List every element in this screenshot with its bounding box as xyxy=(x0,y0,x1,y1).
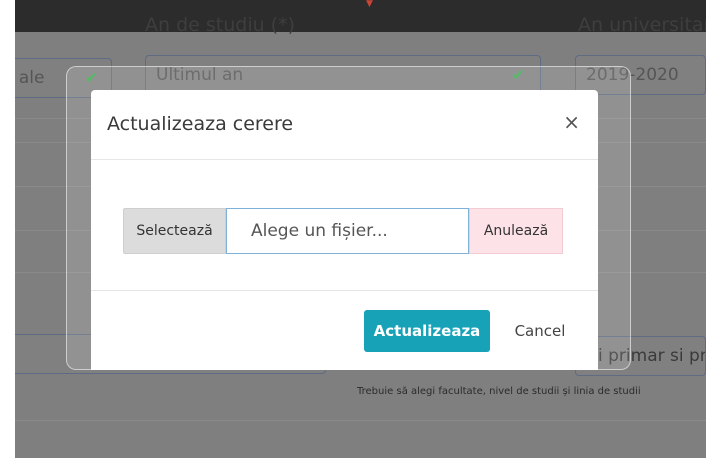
left-edge xyxy=(0,0,15,470)
academic-year-label: An universitar xyxy=(578,14,706,34)
modal-footer: Actualizeaza Cancel xyxy=(91,290,598,370)
divider xyxy=(15,420,706,421)
modal-header: Actualizeaza cerere × xyxy=(91,90,598,160)
update-request-modal: Actualizeaza cerere × Selectează Alege u… xyxy=(91,90,598,370)
update-button[interactable]: Actualizeaza xyxy=(364,310,490,352)
close-icon[interactable]: × xyxy=(563,112,580,132)
cancel-button[interactable]: Cancel xyxy=(503,310,577,352)
right-edge xyxy=(706,0,717,470)
top-caret-icon: ▼ xyxy=(366,0,373,9)
validation-note: Trebuie să alegi facultate, nivel de stu… xyxy=(357,386,641,397)
study-year-label: An de studiu (*) xyxy=(145,14,296,34)
modal-title: Actualizeaza cerere xyxy=(107,113,294,135)
file-input-group: Selectează Alege un fișier... Anulează xyxy=(123,208,563,254)
file-name-input[interactable]: Alege un fișier... xyxy=(226,208,469,254)
clear-file-button[interactable]: Anulează xyxy=(469,208,563,254)
select-file-button[interactable]: Selectează xyxy=(123,208,226,254)
bottom-edge xyxy=(0,458,717,470)
